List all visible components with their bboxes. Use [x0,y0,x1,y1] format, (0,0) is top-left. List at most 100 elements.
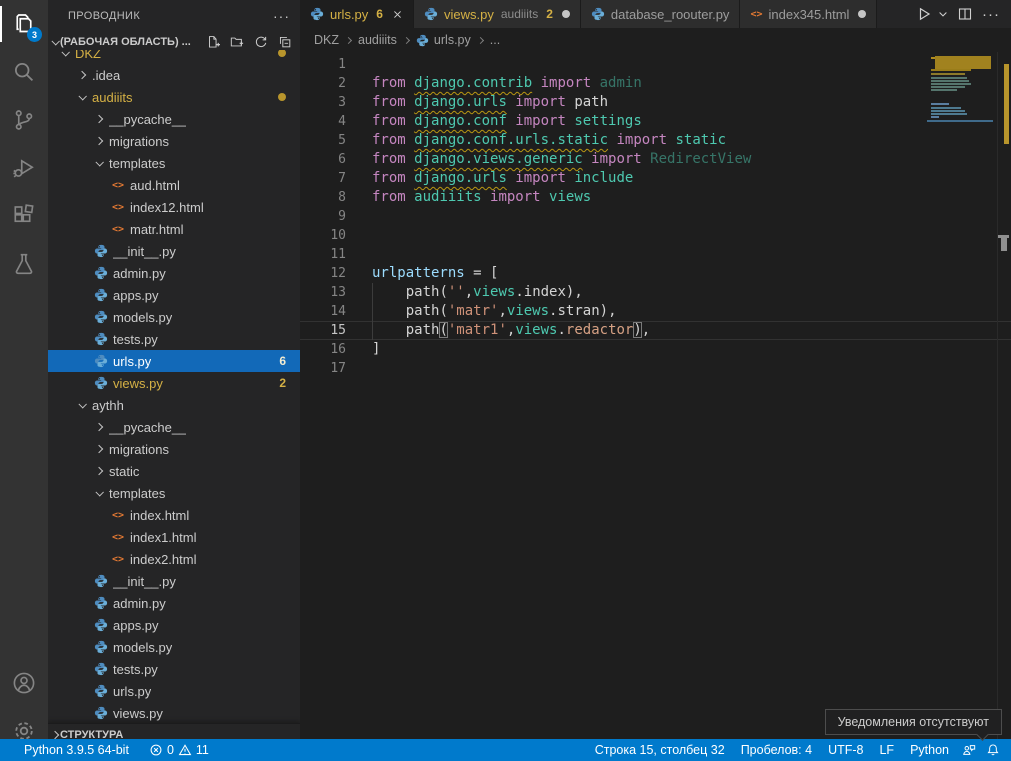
scrollbar-thumb[interactable] [1001,238,1007,251]
code-line-1[interactable]: 1 [300,55,1011,74]
problems-item[interactable]: 0 11 [141,739,217,761]
tree-file-views.py[interactable]: views.py2 [48,372,300,394]
tree-file-index1.html[interactable]: <>index1.html [48,526,300,548]
code-line-3[interactable]: 3from django.urls import path [300,93,1011,112]
close-icon[interactable] [392,9,403,20]
tab-urls.py[interactable]: urls.py6 [300,0,414,28]
indentation-item[interactable]: Пробелов: 4 [733,739,820,761]
minimap[interactable] [927,55,997,175]
tree-file-index.html[interactable]: <>index.html [48,504,300,526]
tree-file-tests.py[interactable]: tests.py [48,328,300,350]
run-python-file-icon[interactable] [914,4,934,24]
explorer-icon[interactable]: 3 [0,0,48,48]
code-line-16[interactable]: 16] [300,340,1011,359]
tree-file-index12.html[interactable]: <>index12.html [48,196,300,218]
tree-file-models.py[interactable]: models.py [48,636,300,658]
tree-file-matr.html[interactable]: <>matr.html [48,218,300,240]
code-line-2[interactable]: 2from django.contrib import admin [300,74,1011,93]
tree-file-__init__.py[interactable]: __init__.py [48,570,300,592]
code-line-9[interactable]: 9 [300,207,1011,226]
tree-folder-__pycache__[interactable]: __pycache__ [48,108,300,130]
problems-count-badge: 2 [279,376,300,390]
tree-file-aud.html[interactable]: <>aud.html [48,174,300,196]
tree-item-label: __init__.py [113,574,176,589]
breadcrumb-item-audiiits[interactable]: audiiits [358,33,397,47]
tree-file-__init__.py[interactable]: __init__.py [48,240,300,262]
editor-more-actions-icon[interactable]: ··· [979,6,1003,23]
code-line-text [346,55,372,74]
tree-folder-DKZ[interactable]: DKZ [48,50,300,64]
breadcrumb-item-urls.py[interactable]: urls.py [416,33,471,47]
run-dropdown-chevron-icon[interactable] [938,6,951,22]
tree-file-views.py[interactable]: views.py [48,702,300,723]
editor-scrollbar[interactable] [997,52,1011,761]
refresh-icon[interactable] [252,33,270,51]
python-interpreter-item[interactable]: Python 3.9.5 64-bit [16,739,137,761]
tree-folder-audiiits[interactable]: audiiits [48,86,300,108]
python-file-icon [92,332,110,346]
tab-index345.html[interactable]: <>index345.html [740,0,877,28]
source-control-icon[interactable] [0,96,48,144]
split-editor-icon[interactable] [955,4,975,24]
cursor-position-item[interactable]: Строка 15, столбец 32 [587,739,733,761]
code-line-7[interactable]: 7from django.urls import include [300,169,1011,188]
tree-file-models.py[interactable]: models.py [48,306,300,328]
code-line-11[interactable]: 11 [300,245,1011,264]
tree-file-admin.py[interactable]: admin.py [48,592,300,614]
tree-folder-templates[interactable]: templates [48,482,300,504]
extensions-icon[interactable] [0,192,48,240]
code-line-14[interactable]: 14 path('matr',views.stran), [300,302,1011,321]
tree-folder-.idea[interactable]: .idea [48,64,300,86]
tree-item-label: __pycache__ [109,420,186,435]
tree-folder-templates[interactable]: templates [48,152,300,174]
line-number: 17 [300,359,346,378]
tree-folder-aythh[interactable]: aythh [48,394,300,416]
tree-file-urls.py[interactable]: urls.py6 [48,350,300,372]
breadcrumb-item-DKZ[interactable]: DKZ [314,33,339,47]
tab-database_roouter.py[interactable]: database_roouter.py [581,0,741,28]
account-icon[interactable] [0,659,48,707]
collapse-all-icon[interactable] [276,33,294,51]
tree-file-admin.py[interactable]: admin.py [48,262,300,284]
search-icon[interactable] [0,48,48,96]
code-line-5[interactable]: 5from django.conf.urls.static import sta… [300,131,1011,150]
tree-item-label: index.html [130,508,189,523]
code-line-17[interactable]: 17 [300,359,1011,378]
sidebar-more-icon[interactable]: ··· [273,8,290,24]
code-line-text: path('matr1',views.redactor), [346,321,650,340]
code-editor[interactable]: 12from django.contrib import admin3from … [300,52,1011,761]
code-line-15[interactable]: 15 path('matr1',views.redactor), [300,321,1011,340]
breadcrumb-item-...[interactable]: ... [490,33,500,47]
code-line-8[interactable]: 8from audiiits import views [300,188,1011,207]
tree-file-apps.py[interactable]: apps.py [48,614,300,636]
tree-folder-migrations[interactable]: migrations [48,438,300,460]
line-number: 9 [300,207,346,226]
notifications-bell-icon[interactable] [981,739,1005,761]
tree-file-urls.py[interactable]: urls.py [48,680,300,702]
code-line-10[interactable]: 10 [300,226,1011,245]
workspace-section-header[interactable]: (РАБОЧАЯ ОБЛАСТЬ) ... [48,32,300,52]
code-line-6[interactable]: 6from django.views.generic import Redire… [300,150,1011,169]
tree-folder-__pycache__[interactable]: __pycache__ [48,416,300,438]
tree-file-apps.py[interactable]: apps.py [48,284,300,306]
run-debug-icon[interactable] [0,144,48,192]
eol-item[interactable]: LF [871,739,902,761]
editor-actions: ··· [914,0,1011,28]
code-line-13[interactable]: 13 path('',views.index), [300,283,1011,302]
encoding-item[interactable]: UTF-8 [820,739,871,761]
testing-icon[interactable] [0,240,48,288]
tree-folder-migrations[interactable]: migrations [48,130,300,152]
tree-file-index2.html[interactable]: <>index2.html [48,548,300,570]
new-folder-icon[interactable] [228,33,246,51]
new-file-icon[interactable] [204,33,222,51]
tree-folder-static[interactable]: static [48,460,300,482]
code-line-12[interactable]: 12urlpatterns = [ [300,264,1011,283]
tab-views.py[interactable]: views.pyaudiiits2 [414,0,581,28]
language-mode-item[interactable]: Python [902,739,957,761]
chevron-down-icon [92,160,106,166]
code-line-text: from django.contrib import admin [346,74,642,93]
feedback-icon[interactable] [957,739,981,761]
tree-file-tests.py[interactable]: tests.py [48,658,300,680]
code-line-4[interactable]: 4from django.conf import settings [300,112,1011,131]
html-file-icon: <> [109,554,127,565]
